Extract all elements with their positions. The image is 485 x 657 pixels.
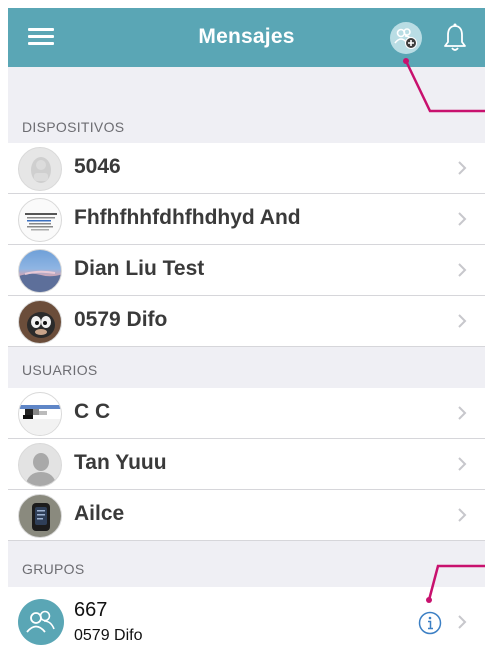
chevron-right-icon <box>458 212 467 226</box>
device-row[interactable]: 5046 <box>8 143 485 194</box>
user-row[interactable]: Ailce <box>8 490 485 541</box>
notifications-button[interactable] <box>442 22 468 54</box>
avatar <box>18 147 62 191</box>
avatar <box>18 392 62 436</box>
device-row[interactable]: 0579 Difo <box>8 296 485 347</box>
device-name: 0579 Difo <box>74 308 168 331</box>
group-icon <box>26 610 55 633</box>
section-header-users: USUARIOS <box>8 355 485 386</box>
chevron-right-icon <box>458 508 467 522</box>
nav-bar: Mensajes <box>8 8 485 67</box>
user-name: Ailce <box>74 502 125 525</box>
user-name: Tan Yuuu <box>74 451 167 474</box>
avatar <box>18 249 62 293</box>
section-header-groups: GRUPOS <box>8 554 485 585</box>
device-row[interactable]: Fhfhfhhfdhfhdhyd And <box>8 194 485 245</box>
avatar <box>18 300 62 344</box>
section-header-devices: DISPOSITIVOS <box>8 112 485 143</box>
group-subtitle: 0579 Difo <box>74 627 143 644</box>
avatar <box>18 443 62 487</box>
info-icon[interactable] <box>418 611 442 635</box>
app-screen: Mensajes DISPOSITIVOS 5046 Fhfhfhhfdhfhd… <box>8 8 485 657</box>
device-name: 5046 <box>74 155 121 178</box>
device-name: Dian Liu Test <box>74 257 205 280</box>
top-spacer <box>8 67 485 112</box>
bell-icon <box>444 23 466 51</box>
group-avatar <box>18 599 64 645</box>
new-group-button[interactable] <box>390 22 422 54</box>
group-name: 667 <box>74 599 108 621</box>
user-name: C C <box>74 400 111 423</box>
chevron-right-icon <box>458 406 467 420</box>
chevron-right-icon <box>458 161 467 175</box>
add-group-icon <box>394 28 417 49</box>
chevron-right-icon <box>458 457 467 471</box>
avatar <box>18 198 62 242</box>
user-row[interactable]: C C <box>8 388 485 439</box>
avatar <box>18 494 62 538</box>
device-row[interactable]: Dian Liu Test <box>8 245 485 296</box>
group-row[interactable]: 667 0579 Difo <box>8 587 485 657</box>
chevron-right-icon <box>458 615 467 629</box>
chevron-right-icon <box>458 314 467 328</box>
user-row[interactable]: Tan Yuuu <box>8 439 485 490</box>
chevron-right-icon <box>458 263 467 277</box>
device-name: Fhfhfhhfdhfhdhyd And <box>74 206 301 229</box>
